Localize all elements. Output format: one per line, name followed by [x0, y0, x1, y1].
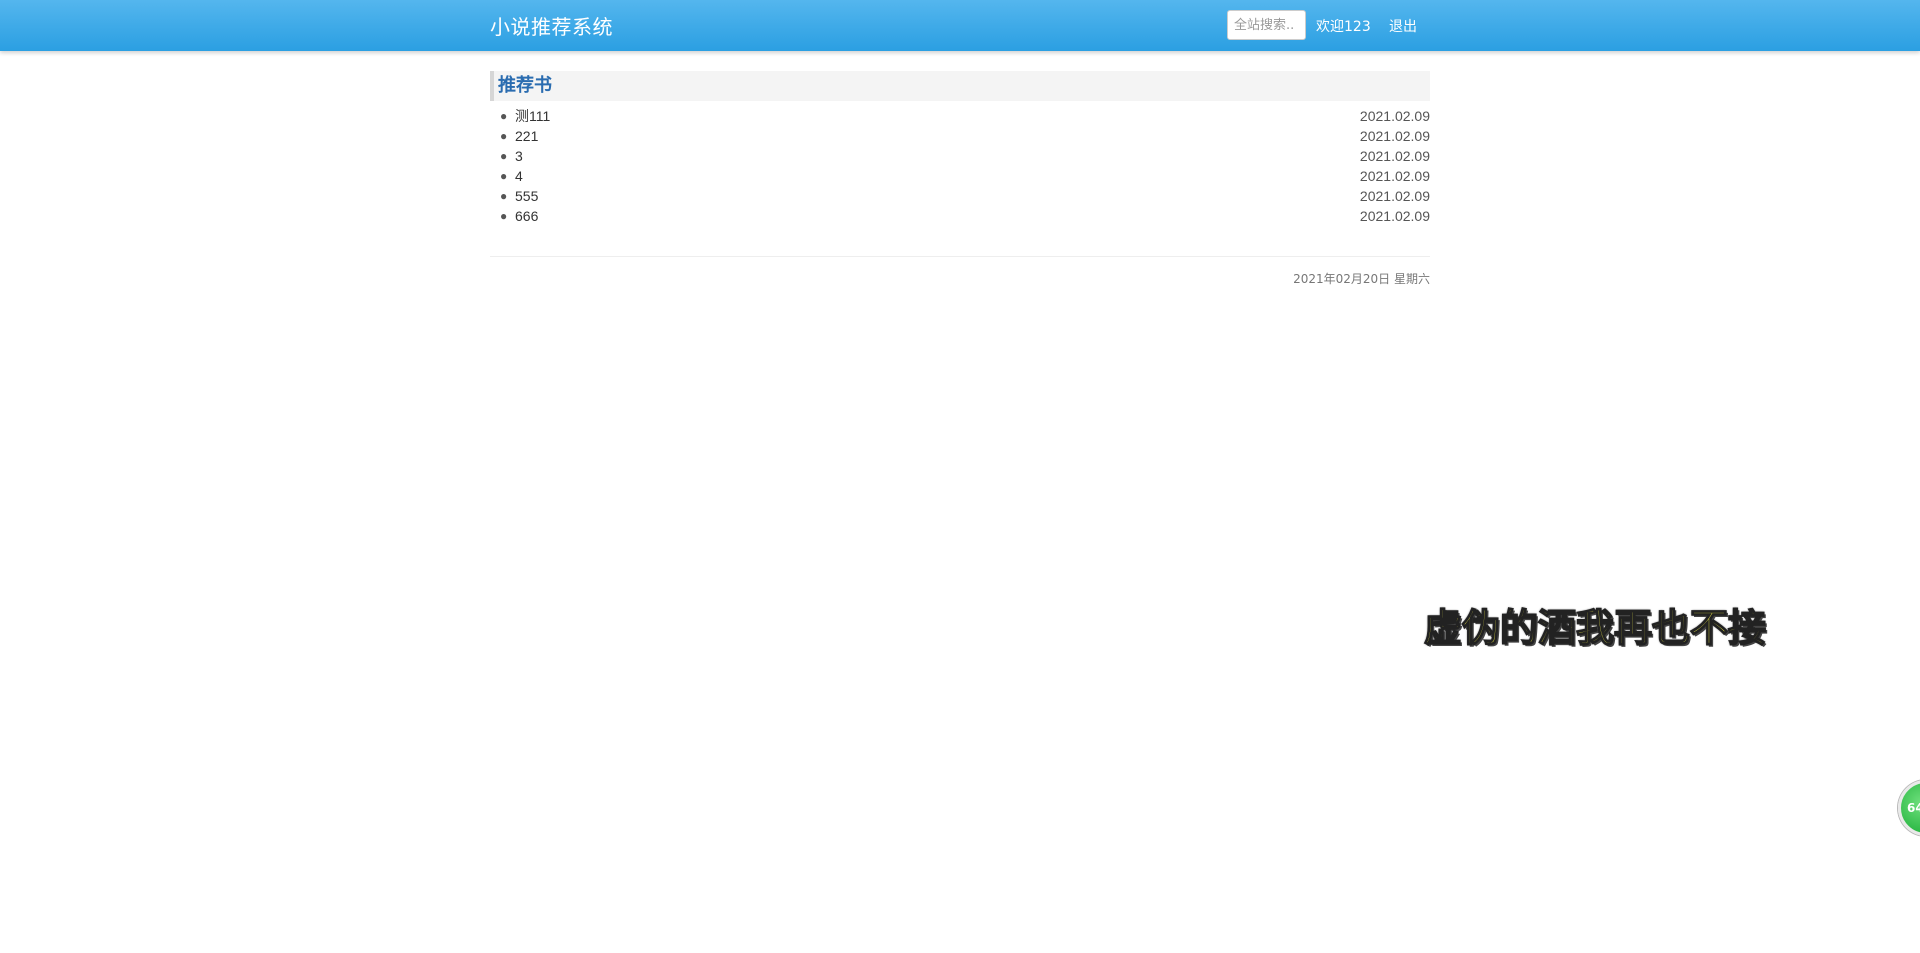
bullet-icon: ● [500, 109, 508, 123]
list-item: ● 555 2021.02.09 [490, 186, 1430, 206]
list-item: ● 221 2021.02.09 [490, 126, 1430, 146]
book-link[interactable]: 4 [515, 166, 523, 186]
book-link[interactable]: 221 [515, 126, 538, 146]
bullet-icon: ● [500, 129, 508, 143]
book-date: 2021.02.09 [1359, 128, 1430, 144]
welcome-user-link[interactable]: 欢迎123 [1316, 16, 1371, 36]
list-item: ● 666 2021.02.09 [490, 206, 1430, 226]
book-date: 2021.02.09 [1359, 108, 1430, 124]
book-link[interactable]: 测111 [515, 106, 550, 126]
panel-header: 推荐书 [490, 71, 1430, 101]
book-list: ● 测111 2021.02.09 ● 221 2021.02.09 ● 3 2… [490, 106, 1430, 226]
footer-divider [490, 256, 1430, 257]
logout-link[interactable]: 退出 [1389, 16, 1417, 36]
bullet-icon: ● [500, 209, 508, 223]
footer-date: 2021年02月20日 星期六 [1293, 272, 1430, 286]
brand-link[interactable]: 小说推荐系统 [490, 11, 613, 40]
book-date: 2021.02.09 [1359, 188, 1430, 204]
book-date: 2021.02.09 [1359, 148, 1430, 164]
floating-badge[interactable]: 64 [1898, 780, 1920, 836]
bullet-icon: ● [500, 189, 508, 203]
list-item: ● 4 2021.02.09 [490, 166, 1430, 186]
book-link[interactable]: 555 [515, 186, 538, 206]
list-item: ● 测111 2021.02.09 [490, 106, 1430, 126]
book-date: 2021.02.09 [1359, 208, 1430, 224]
book-link[interactable]: 3 [515, 146, 523, 166]
lyric-overlay: 虚伪的酒我再也不接 [1423, 605, 1767, 651]
bullet-icon: ● [500, 149, 508, 163]
book-date: 2021.02.09 [1359, 168, 1430, 184]
bullet-icon: ● [500, 169, 508, 183]
list-item: ● 3 2021.02.09 [490, 146, 1430, 166]
search-input[interactable] [1227, 10, 1306, 40]
panel-title: 推荐书 [498, 75, 552, 96]
recommend-panel: 推荐书 ● 测111 2021.02.09 ● 221 2021.02.09 ●… [490, 71, 1430, 226]
book-link[interactable]: 666 [515, 206, 538, 226]
top-navbar: 小说推荐系统 欢迎123 退出 [0, 0, 1920, 51]
